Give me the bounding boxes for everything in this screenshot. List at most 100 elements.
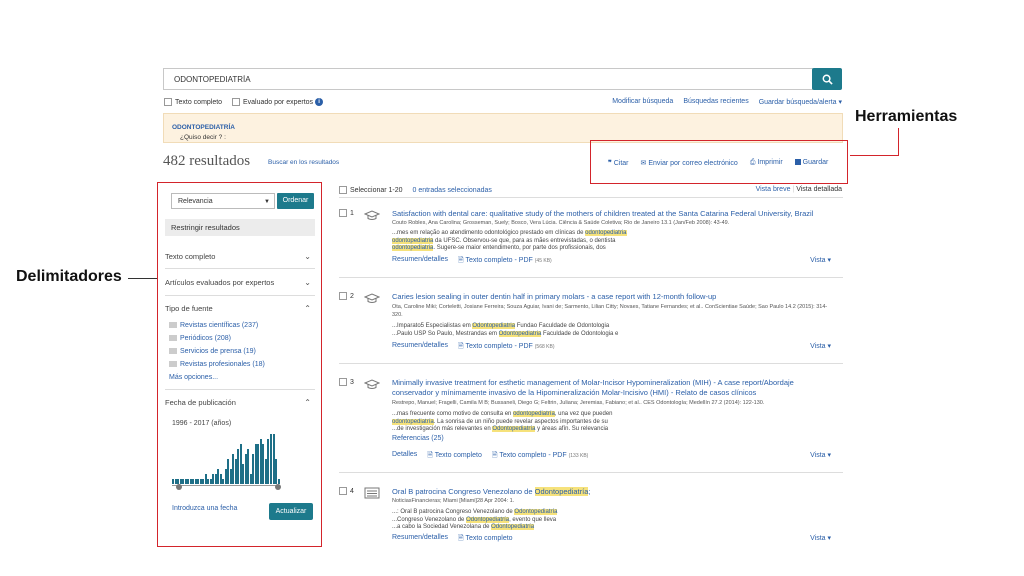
- newspaper-icon: [364, 487, 380, 499]
- search-button[interactable]: [812, 68, 842, 90]
- result-title[interactable]: Oral B patrocina Congreso Venezolano de …: [392, 487, 832, 497]
- full-text-link[interactable]: 🗎 Texto completo: [427, 451, 482, 462]
- facet-source-type[interactable]: Tipo de fuente ⌃: [165, 304, 315, 313]
- brief-view-link[interactable]: Vista breve: [756, 186, 791, 193]
- result-citation: NoticiasFinancieras; Miami [Miami]28 Apr…: [392, 498, 515, 504]
- references-link[interactable]: Referencias (25): [392, 435, 444, 442]
- result-snippet: ...mes em relação ao atendimento odontol…: [392, 230, 627, 251]
- view-menu[interactable]: Vista ▾: [810, 256, 831, 264]
- detailed-view-link[interactable]: Vista detallada: [796, 186, 842, 193]
- result-title[interactable]: Minimally invasive treatment for estheti…: [392, 378, 832, 398]
- slider-handle-start[interactable]: [176, 484, 182, 490]
- modify-search-link[interactable]: Modificar búsqueda: [612, 98, 673, 106]
- view-menu[interactable]: Vista ▾: [810, 451, 831, 459]
- abstract-link[interactable]: Resumen/detalles: [392, 342, 448, 353]
- recent-searches-link[interactable]: Búsquedas recientes: [683, 98, 748, 106]
- chevron-down-icon: ⌄: [304, 252, 311, 261]
- annotation-tools: Herramientas: [855, 108, 958, 125]
- annotation-line-vertical: [898, 128, 899, 156]
- result-checkbox[interactable]: [339, 378, 347, 386]
- update-button[interactable]: Actualizar: [269, 503, 313, 520]
- enter-date-link[interactable]: Introduzca una fecha: [172, 505, 237, 512]
- date-histogram[interactable]: [172, 432, 284, 484]
- result-item: 1 Satisfaction with dental care: qualita…: [339, 209, 843, 279]
- pdf-icon: 🗎: [491, 452, 498, 459]
- result-checkbox[interactable]: [339, 292, 347, 300]
- result-checkbox[interactable]: [339, 209, 347, 217]
- search-box[interactable]: [163, 68, 813, 90]
- result-snippet: ...mas frecuente como motivo de consulta…: [392, 411, 613, 432]
- facet-peer-reviewed[interactable]: Artículos evaluados por expertos ⌄: [165, 278, 315, 287]
- select-all-checkbox[interactable]: [339, 186, 347, 194]
- divider: [339, 277, 843, 278]
- facet-item[interactable]: Servicios de prensa (19): [169, 348, 256, 355]
- search-icon: [822, 74, 833, 85]
- selected-items-link[interactable]: 0 entradas seleccionadas: [412, 187, 491, 194]
- facet-item[interactable]: Periódicos (208): [169, 335, 231, 342]
- full-text-checkbox[interactable]: [164, 98, 172, 106]
- chevron-up-icon: ⌃: [304, 398, 311, 407]
- pdf-link[interactable]: 🗎 Texto completo - PDF (45 KB): [458, 256, 552, 267]
- divider: [339, 363, 843, 364]
- did-you-mean-banner: ¿Quiso decir ? : ODONTOPEDIATRÍA: [163, 113, 843, 143]
- slider-handle-end[interactable]: [275, 484, 281, 490]
- suggestion-link[interactable]: ODONTOPEDIATRÍA: [172, 124, 235, 131]
- result-number: 2: [339, 292, 354, 300]
- search-within-link[interactable]: Buscar en los resultados: [268, 159, 339, 166]
- result-snippet: ...Imparato5 Especialistas em Odontopedi…: [392, 323, 619, 337]
- peer-reviewed-option[interactable]: Evaluado por expertos i: [232, 98, 324, 106]
- pdf-link[interactable]: 🗎 Texto completo - PDF (568 KB): [458, 342, 554, 353]
- print-button[interactable]: ⎙ Imprimir: [750, 159, 783, 167]
- details-link[interactable]: Detalles: [392, 451, 417, 462]
- result-links: Resumen/detalles 🗎 Texto completo - PDF …: [392, 342, 555, 353]
- divider: [339, 472, 843, 473]
- sort-select[interactable]: Relevancia ▼: [171, 193, 275, 209]
- magazine-icon: [169, 361, 177, 368]
- quote-icon: ❞: [608, 160, 612, 167]
- facet-pub-date[interactable]: Fecha de publicación ⌃: [165, 398, 315, 407]
- scholarly-icon: [364, 379, 380, 389]
- search-input[interactable]: [172, 69, 806, 90]
- email-button[interactable]: ✉ Enviar por correo electrónico: [641, 159, 738, 167]
- results-header: Seleccionar 1-20 0 entradas seleccionada…: [339, 186, 492, 194]
- journal-icon: [169, 322, 177, 329]
- abstract-link[interactable]: Resumen/detalles: [392, 534, 448, 545]
- facet-item[interactable]: Revistas científicas (237): [169, 322, 258, 329]
- restrict-results-header: Restringir resultados: [165, 219, 315, 236]
- save-button[interactable]: Guardar: [794, 159, 828, 167]
- full-text-link[interactable]: 🗎 Texto completo: [458, 534, 513, 545]
- more-options-link[interactable]: Más opciones...: [169, 374, 218, 381]
- view-menu[interactable]: Vista ▾: [810, 342, 831, 350]
- cite-button[interactable]: ❞ Citar: [608, 159, 629, 167]
- pdf-link[interactable]: 🗎 Texto completo - PDF (133 KB): [492, 451, 588, 462]
- result-item: 2 Caries lesion sealing in outer dentin …: [339, 292, 843, 364]
- view-menu[interactable]: Vista ▾: [810, 534, 831, 542]
- tools-bar: ❞ Citar ✉ Enviar por correo electrónico …: [608, 159, 828, 167]
- sort-button[interactable]: Ordenar: [277, 193, 314, 209]
- document-icon: 🗎: [427, 452, 433, 459]
- peer-reviewed-checkbox[interactable]: [232, 98, 240, 106]
- facet-full-text[interactable]: Texto completo ⌄: [165, 252, 315, 261]
- newspaper-icon: [169, 335, 177, 342]
- result-snippet: ...: Oral B patrocina Congreso Venezolan…: [392, 509, 558, 530]
- result-title[interactable]: Caries lesion sealing in outer dentin ha…: [392, 292, 832, 302]
- result-links: Resumen/detalles 🗎 Texto completo: [392, 534, 513, 545]
- save-search-link[interactable]: Guardar búsqueda/alerta ▾: [759, 98, 842, 106]
- facet-item[interactable]: Revistas profesionales (18): [169, 361, 265, 368]
- caret-down-icon: ▼: [264, 199, 270, 205]
- envelope-icon: ✉: [640, 160, 647, 167]
- info-icon[interactable]: i: [315, 98, 324, 106]
- abstract-link[interactable]: Resumen/detalles: [392, 256, 448, 267]
- result-checkbox[interactable]: [339, 487, 347, 495]
- result-links: Resumen/detalles 🗎 Texto completo - PDF …: [392, 256, 552, 267]
- wire-icon: [169, 348, 177, 355]
- results-count: 482 resultados: [163, 153, 251, 169]
- chevron-down-icon: ⌄: [304, 278, 311, 287]
- result-title[interactable]: Satisfaction with dental care: qualitati…: [392, 209, 832, 219]
- result-links: Detalles 🗎 Texto completo 🗎 Texto comple…: [392, 451, 588, 462]
- full-text-option[interactable]: Texto completo: [164, 98, 222, 106]
- divider: [165, 268, 315, 269]
- chevron-up-icon: ⌃: [304, 304, 311, 313]
- annotation-connector: [128, 278, 157, 279]
- result-item: 4 Oral B patrocina Congreso Venezolano d…: [339, 487, 843, 547]
